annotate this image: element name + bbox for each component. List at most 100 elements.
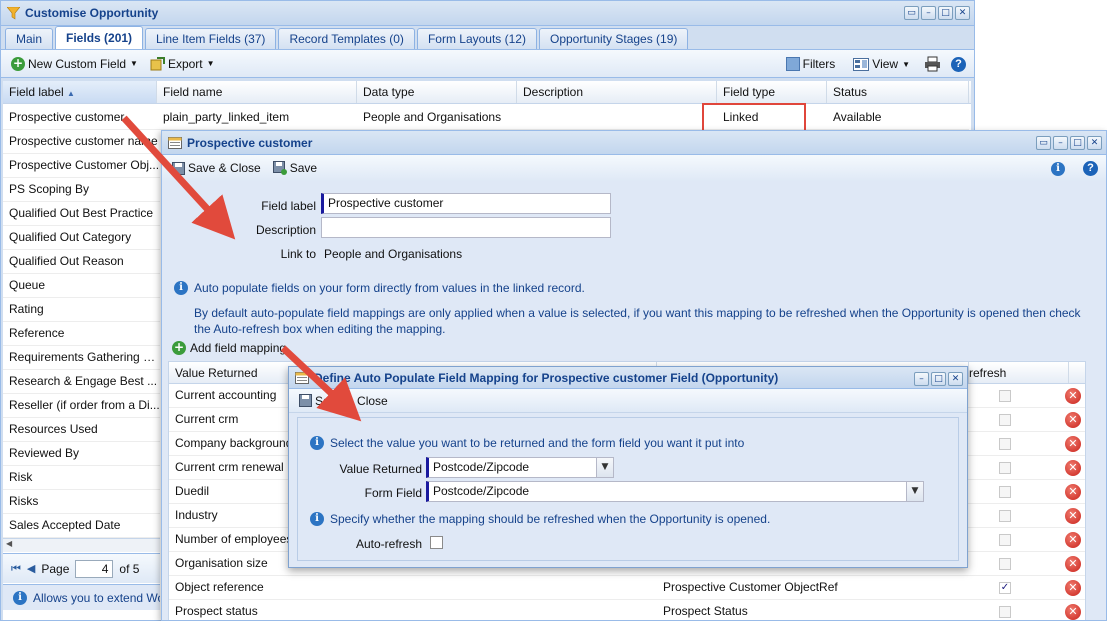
- description-label: Description: [255, 223, 316, 237]
- delete-icon[interactable]: ✕: [1065, 388, 1081, 404]
- auto-refresh-checkbox[interactable]: [999, 510, 1011, 522]
- chevron-down-icon[interactable]: ▼: [906, 482, 923, 501]
- page-number-input[interactable]: 4: [75, 559, 114, 578]
- help-icon[interactable]: ?: [1083, 161, 1098, 176]
- field-list-row[interactable]: Risks: [3, 490, 160, 514]
- print-icon[interactable]: [924, 56, 941, 72]
- auto-refresh-checkbox[interactable]: [999, 414, 1011, 426]
- tab-record-templates[interactable]: Record Templates (0): [278, 28, 415, 49]
- pin-icon[interactable]: ▭: [904, 6, 919, 20]
- field-list-row[interactable]: Queue: [3, 274, 160, 298]
- minimize-icon[interactable]: –: [914, 372, 929, 386]
- cell-data-type: People and Organisations: [363, 110, 502, 124]
- value-returned-select[interactable]: Postcode/Zipcode ▼: [426, 457, 614, 478]
- maximize-icon[interactable]: □: [1070, 136, 1085, 150]
- field-label-input[interactable]: Prospective customer: [321, 193, 611, 214]
- save-close-button[interactable]: Save & Close: [168, 159, 265, 177]
- minimize-icon[interactable]: –: [921, 6, 936, 20]
- cell-status: Available: [833, 110, 882, 124]
- col-field-type[interactable]: Field type: [717, 81, 827, 103]
- field-list-row[interactable]: Risk: [3, 466, 160, 490]
- col-field-label[interactable]: Field label ▲: [3, 81, 157, 103]
- scroll-left-icon[interactable]: ◀: [6, 539, 12, 548]
- field-list-row[interactable]: Reviewed By: [3, 442, 160, 466]
- selected-field-row[interactable]: Prospective customer plain_party_linked_…: [3, 106, 969, 130]
- auto-refresh-checkbox[interactable]: [999, 606, 1011, 618]
- field-list-row[interactable]: Research & Engage Best ...: [3, 370, 160, 394]
- auto-refresh-checkbox[interactable]: [430, 536, 443, 549]
- close-icon[interactable]: ✕: [1087, 136, 1102, 150]
- auto-refresh-checkbox[interactable]: [999, 558, 1011, 570]
- chevron-down-icon[interactable]: ▼: [596, 458, 613, 477]
- add-icon: +: [11, 55, 25, 71]
- field-list-label: Rating: [9, 302, 44, 316]
- info-auto-populate-text: Auto populate fields on your form direct…: [194, 281, 585, 295]
- tab-main[interactable]: Main: [5, 28, 54, 49]
- delete-icon[interactable]: ✕: [1065, 460, 1081, 476]
- auto-refresh-checkbox[interactable]: [999, 534, 1011, 546]
- col-status[interactable]: Status: [827, 81, 969, 103]
- delete-icon[interactable]: ✕: [1065, 508, 1081, 524]
- mapping-row[interactable]: Prospect status Prospect Status ✕: [169, 600, 1085, 620]
- close-icon[interactable]: ✕: [955, 6, 970, 20]
- save-button[interactable]: Save: [269, 159, 321, 177]
- close-icon[interactable]: ✕: [948, 372, 963, 386]
- tab-fields[interactable]: Fields (201): [55, 26, 144, 49]
- delete-icon[interactable]: ✕: [1065, 532, 1081, 548]
- field-list-row[interactable]: PS Scoping By: [3, 178, 160, 202]
- field-list-label: Qualified Out Reason: [9, 254, 124, 268]
- field-list-row[interactable]: Prospective customer name: [3, 130, 160, 154]
- field-list-label: Reference: [9, 326, 65, 340]
- field-list-row[interactable]: Resources Used: [3, 418, 160, 442]
- col-field-name[interactable]: Field name: [157, 81, 357, 103]
- prev-page-icon[interactable]: ◀: [27, 562, 35, 575]
- delete-icon[interactable]: ✕: [1065, 412, 1081, 428]
- delete-icon[interactable]: ✕: [1065, 484, 1081, 500]
- delete-icon[interactable]: ✕: [1065, 436, 1081, 452]
- col-data-type[interactable]: Data type: [357, 81, 517, 103]
- filters-button[interactable]: Filters: [782, 55, 840, 73]
- field-list-row[interactable]: Prospective Customer Obj...: [3, 154, 160, 178]
- field-list-row[interactable]: Reseller (if order from a Di...: [3, 394, 160, 418]
- field-list-row[interactable]: Qualified Out Reason: [3, 250, 160, 274]
- auto-refresh-checkbox[interactable]: [999, 438, 1011, 450]
- field-list-row[interactable]: Rating: [3, 298, 160, 322]
- maximize-icon[interactable]: □: [938, 6, 953, 20]
- view-button[interactable]: View ▼: [849, 55, 914, 73]
- mapping-save-close-button[interactable]: Save & Close: [295, 392, 392, 410]
- form-field-select[interactable]: Postcode/Zipcode ▼: [426, 481, 924, 502]
- delete-icon[interactable]: ✕: [1065, 604, 1081, 620]
- description-input[interactable]: [321, 217, 611, 238]
- field-list-row[interactable]: Requirements Gathering S...: [3, 346, 160, 370]
- add-field-mapping-button[interactable]: + Add field mapping: [162, 336, 1106, 360]
- col-description[interactable]: Description: [517, 81, 717, 103]
- help-icon[interactable]: ?: [951, 56, 966, 72]
- horizontal-scrollbar[interactable]: ◀: [3, 538, 160, 552]
- tab-opportunity-stages[interactable]: Opportunity Stages (19): [538, 28, 689, 49]
- field-list-row[interactable]: Reference: [3, 322, 160, 346]
- auto-refresh-checkbox[interactable]: ✓: [999, 582, 1011, 594]
- field-list-row[interactable]: Qualified Out Category: [3, 226, 160, 250]
- first-page-icon[interactable]: ⏮: [11, 562, 21, 576]
- auto-refresh-checkbox[interactable]: [999, 462, 1011, 474]
- minimize-icon[interactable]: –: [1053, 136, 1068, 150]
- tab-form-layouts[interactable]: Form Layouts (12): [416, 28, 537, 49]
- mapping-row[interactable]: Object reference Prospective Customer Obj…: [169, 576, 1085, 600]
- auto-refresh-checkbox[interactable]: [999, 390, 1011, 402]
- maximize-icon[interactable]: □: [931, 372, 946, 386]
- tab-line-item-fields[interactable]: Line Item Fields (37): [145, 28, 277, 49]
- field-window-toolbar: Save & Close Save i ?: [162, 155, 1106, 181]
- delete-icon[interactable]: ✕: [1065, 580, 1081, 596]
- info-icon[interactable]: i: [1051, 161, 1065, 176]
- field-list-row[interactable]: Qualified Out Best Practice: [3, 202, 160, 226]
- field-list-row[interactable]: Sales Accepted Date: [3, 514, 160, 538]
- mapping-window-titlebar: Define Auto Populate Field Mapping for P…: [289, 367, 967, 389]
- pin-icon[interactable]: ▭: [1036, 136, 1051, 150]
- field-list-label: Queue: [9, 278, 46, 292]
- col-auto-refresh[interactable]: refresh: [969, 362, 1069, 383]
- export-button[interactable]: Export ▼: [146, 55, 219, 73]
- auto-refresh-checkbox[interactable]: [999, 486, 1011, 498]
- new-custom-field-button[interactable]: + New Custom Field ▼: [7, 55, 142, 73]
- mapping-window-toolbar: Save & Close: [289, 389, 967, 413]
- delete-icon[interactable]: ✕: [1065, 556, 1081, 572]
